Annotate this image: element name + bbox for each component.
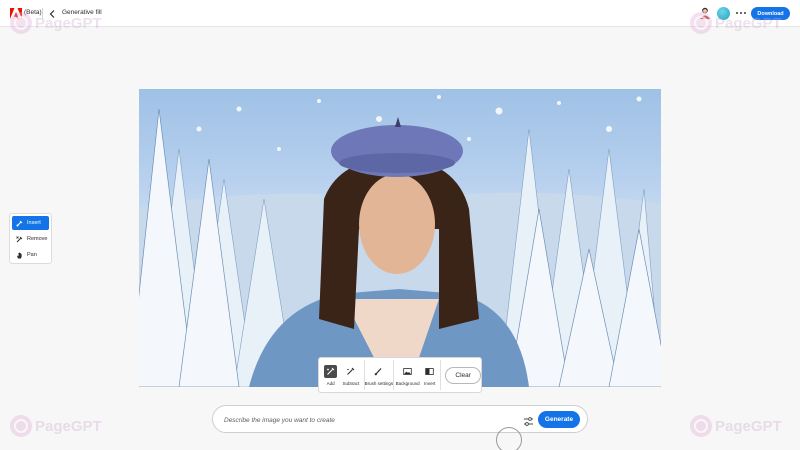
generate-button[interactable]: Generate	[538, 411, 580, 428]
user-avatar[interactable]	[698, 6, 712, 20]
brush-toolbar: Add Subtract Brush settings Background I…	[318, 357, 482, 393]
watermark-bottom-left: PageGPT	[10, 415, 102, 437]
beta-label: (Beta)	[24, 9, 42, 16]
more-options-button[interactable]	[734, 7, 748, 19]
watermark-logo-icon	[690, 415, 712, 437]
invert-icon	[423, 365, 436, 378]
add-brush-icon	[324, 364, 338, 378]
tool-remove[interactable]: Remove	[12, 232, 49, 246]
insert-brush-icon	[16, 220, 23, 227]
brush-settings-button[interactable]: Brush settings	[364, 358, 393, 392]
sliders-icon	[524, 417, 533, 426]
image-icon	[401, 365, 414, 378]
prompt-input[interactable]	[224, 412, 514, 428]
watermark-logo-icon	[10, 415, 32, 437]
hand-icon	[16, 252, 23, 259]
tool-pan[interactable]: Pan	[12, 248, 49, 262]
toolbar-divider	[440, 360, 442, 390]
background-button[interactable]: Background	[394, 358, 421, 392]
brush-icon	[372, 365, 385, 378]
back-button[interactable]	[47, 8, 57, 19]
add-button[interactable]: Add	[321, 358, 340, 392]
account-avatar[interactable]	[717, 7, 730, 20]
invert-button[interactable]: Invert	[421, 358, 438, 392]
download-button[interactable]: Download	[751, 7, 790, 20]
top-bar: (Beta) Generative fill Download	[0, 0, 800, 27]
subtract-button[interactable]: Subtract	[342, 358, 359, 392]
cursor-ring	[496, 427, 522, 450]
page-title: Generative fill	[62, 9, 102, 16]
prompt-bar: Generate	[212, 405, 588, 433]
chevron-left-icon	[49, 9, 55, 18]
user-avatar-icon	[700, 7, 710, 19]
tool-panel: Insert Remove Pan	[9, 213, 52, 264]
watermark-bottom-right: PageGPT	[690, 415, 782, 437]
more-dots-icon	[736, 12, 738, 14]
remove-brush-icon	[16, 235, 23, 243]
tool-insert[interactable]: Insert	[12, 216, 49, 230]
clear-button[interactable]: Clear	[445, 366, 481, 384]
header-divider	[42, 8, 43, 19]
canvas-image[interactable]	[139, 89, 661, 387]
adobe-logo-icon[interactable]	[10, 7, 22, 19]
snowy-forest-portrait-image	[139, 95, 661, 387]
subtract-brush-icon	[344, 365, 357, 378]
prompt-settings-button[interactable]	[523, 414, 534, 426]
